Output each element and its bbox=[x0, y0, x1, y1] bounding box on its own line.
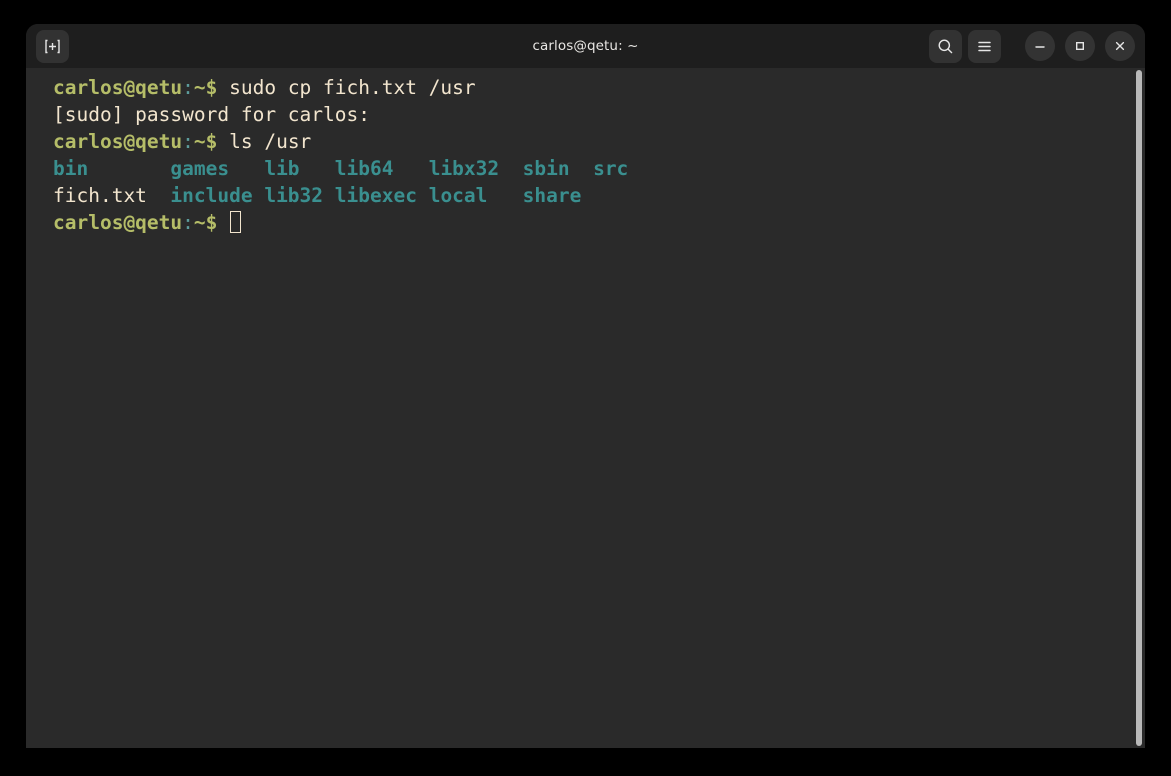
ls-directory-entry: sbin bbox=[522, 157, 594, 180]
ls-directory-entry: share bbox=[522, 184, 582, 207]
terminal-output-text: [sudo] password for carlos: bbox=[53, 103, 370, 126]
window-titlebar[interactable]: carlos@qetu: ~ bbox=[26, 24, 1145, 68]
prompt-path-sigil: ~$ bbox=[193, 211, 218, 234]
prompt-colon: : bbox=[182, 76, 194, 99]
prompt-path-sigil: ~$ bbox=[193, 130, 218, 153]
prompt-user-host: carlos@qetu bbox=[53, 130, 183, 153]
terminal-ls-row: fich.txt include lib32 libexec local sha… bbox=[53, 182, 1145, 209]
hamburger-menu-icon[interactable] bbox=[968, 29, 1001, 63]
terminal-scrollbar[interactable] bbox=[1133, 68, 1145, 748]
close-button[interactable] bbox=[1105, 31, 1135, 61]
prompt-colon: : bbox=[182, 211, 194, 234]
ls-directory-entry: libexec bbox=[334, 184, 429, 207]
terminal-ls-row: bin games lib lib64 libx32 sbin src bbox=[53, 155, 1145, 182]
ls-directory-entry: local bbox=[428, 184, 523, 207]
terminal-prompt-line: carlos@qetu:~$ ls /usr bbox=[53, 128, 1145, 155]
terminal-output-line: [sudo] password for carlos: bbox=[53, 101, 1145, 128]
new-tab-icon[interactable] bbox=[36, 29, 69, 63]
prompt-user-host: carlos@qetu bbox=[53, 76, 183, 99]
minimize-button[interactable] bbox=[1025, 31, 1055, 61]
ls-directory-entry: libx32 bbox=[428, 157, 523, 180]
prompt-path-sigil: ~$ bbox=[193, 76, 218, 99]
ls-directory-entry: bin bbox=[53, 157, 171, 180]
prompt-user-host: carlos@qetu bbox=[53, 211, 183, 234]
maximize-button[interactable] bbox=[1065, 31, 1095, 61]
ls-directory-entry: games bbox=[170, 157, 265, 180]
terminal-command: ls /usr bbox=[217, 130, 312, 153]
terminal-prompt-line: carlos@qetu:~$ sudo cp fich.txt /usr bbox=[53, 74, 1145, 101]
prompt-colon: : bbox=[182, 130, 194, 153]
ls-directory-entry: include bbox=[170, 184, 265, 207]
terminal-window: carlos@qetu: ~ carlos@qetu:~$ sudo cp fi… bbox=[26, 24, 1145, 748]
terminal-cursor bbox=[230, 211, 242, 233]
titlebar-right-group bbox=[929, 24, 1135, 68]
scrollbar-thumb[interactable] bbox=[1136, 70, 1142, 746]
desktop-background: carlos@qetu: ~ carlos@qetu:~$ sudo cp fi… bbox=[0, 0, 1171, 776]
ls-directory-entry: lib32 bbox=[264, 184, 335, 207]
ls-directory-entry: lib bbox=[264, 157, 335, 180]
ls-file-entry: fich.txt bbox=[53, 184, 171, 207]
titlebar-left-group bbox=[36, 29, 69, 63]
terminal-screen[interactable]: carlos@qetu:~$ sudo cp fich.txt /usr [sud… bbox=[26, 68, 1145, 748]
terminal-command bbox=[217, 211, 229, 234]
terminal-command: sudo cp fich.txt /usr bbox=[217, 76, 476, 99]
terminal-prompt-line: carlos@qetu:~$ bbox=[53, 209, 1145, 236]
terminal-body[interactable]: carlos@qetu:~$ sudo cp fich.txt /usr [sud… bbox=[26, 68, 1145, 748]
ls-directory-entry: src bbox=[593, 157, 629, 180]
ls-directory-entry: lib64 bbox=[334, 157, 429, 180]
search-icon[interactable] bbox=[929, 29, 962, 63]
